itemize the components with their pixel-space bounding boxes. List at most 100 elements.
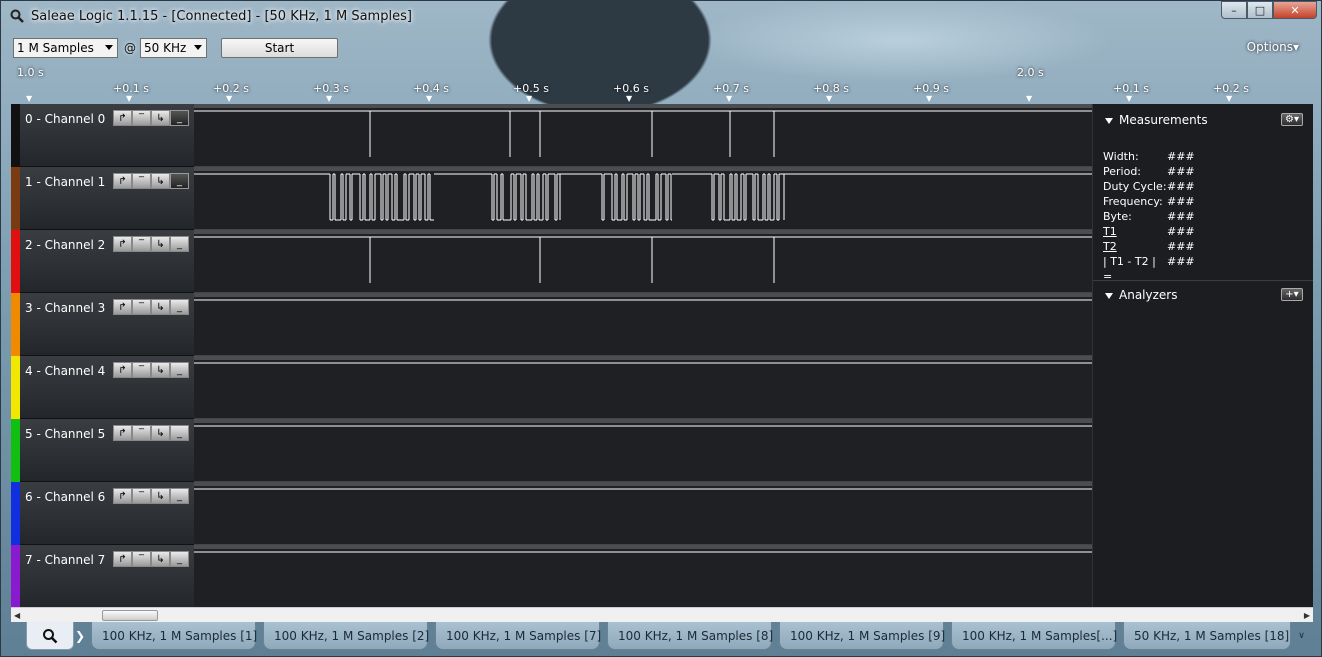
channel-waveform[interactable] <box>194 230 1092 293</box>
channel-waveform[interactable] <box>194 419 1092 482</box>
channel-header[interactable]: 1 - Channel 1 ↱ ‾ ↳ _ <box>11 167 194 230</box>
session-tab[interactable]: 100 KHz, 1 M Samples[...]∨ <box>951 622 1133 650</box>
waveform-trace <box>194 482 1092 490</box>
rising-edge-trigger-icon[interactable]: ↱ <box>113 488 132 504</box>
close-button[interactable]: ✕ <box>1273 1 1317 19</box>
rising-edge-trigger-icon[interactable]: ↱ <box>113 551 132 567</box>
session-tab-label: 50 KHz, 1 M Samples [18] <box>1134 628 1290 643</box>
falling-edge-trigger-icon[interactable]: ↳ <box>151 173 170 189</box>
falling-edge-trigger-icon[interactable]: ↳ <box>151 236 170 252</box>
low-level-trigger-icon[interactable]: _ <box>170 236 189 252</box>
channel-name: 6 - Channel 6 <box>25 490 106 504</box>
analyzers-title: Analyzers <box>1119 288 1178 302</box>
channel-color-swatch <box>11 482 20 545</box>
session-tab[interactable]: 100 KHz, 1 M Samples [8]∨ <box>607 622 789 650</box>
channel-waveform[interactable] <box>194 482 1092 545</box>
session-tab-label: 100 KHz, 1 M Samples[...] <box>962 628 1118 643</box>
channel-header[interactable]: 4 - Channel 4 ↱ ‾ ↳ _ <box>11 356 194 419</box>
session-tab[interactable]: 100 KHz, 1 M Samples [7]∨ <box>435 622 617 650</box>
scroll-right-icon[interactable]: ▶ <box>1304 611 1310 620</box>
minimize-button[interactable]: – <box>1221 1 1247 19</box>
measurements-settings-button[interactable]: ⚙▾ <box>1281 113 1303 126</box>
low-level-trigger-icon[interactable]: _ <box>170 488 189 504</box>
measurement-row: Byte: ### <box>1103 209 1195 224</box>
timeline-tick-icon: ▼ <box>326 94 333 103</box>
high-level-trigger-icon[interactable]: ‾ <box>132 236 151 252</box>
falling-edge-trigger-icon[interactable]: ↳ <box>151 488 170 504</box>
rising-edge-trigger-icon[interactable]: ↱ <box>113 110 132 126</box>
session-tab[interactable]: 100 KHz, 1 M Samples [9]∨ <box>779 622 961 650</box>
rising-edge-trigger-icon[interactable]: ↱ <box>113 173 132 189</box>
falling-edge-trigger-icon[interactable]: ↳ <box>151 551 170 567</box>
session-tab[interactable]: 100 KHz, 1 M Samples [2]∨ <box>263 622 445 650</box>
channel-color-swatch <box>11 419 20 482</box>
channel-waveform[interactable] <box>194 167 1092 230</box>
low-level-trigger-icon[interactable]: _ <box>170 299 189 315</box>
timeline-marker-icon: ▼ <box>26 94 33 103</box>
rising-edge-trigger-icon[interactable]: ↱ <box>113 299 132 315</box>
channel-header[interactable]: 5 - Channel 5 ↱ ‾ ↳ _ <box>11 419 194 482</box>
low-level-trigger-icon[interactable]: _ <box>170 425 189 441</box>
tab-scroll-chevron-icon[interactable]: ❯ <box>75 629 85 643</box>
falling-edge-trigger-icon[interactable]: ↳ <box>151 110 170 126</box>
channel-waveform[interactable] <box>194 545 1092 608</box>
waveform-trace <box>194 104 1092 157</box>
gear-icon: ⚙▾ <box>1285 114 1299 125</box>
maximize-button[interactable]: □ <box>1247 1 1273 19</box>
channel-row: 5 - Channel 5 ↱ ‾ ↳ _ <box>11 419 1092 482</box>
scrollbar-thumb[interactable] <box>102 610 158 621</box>
measurements-header[interactable]: Measurements <box>1105 113 1208 127</box>
falling-edge-trigger-icon[interactable]: ↳ <box>151 425 170 441</box>
rising-edge-trigger-icon[interactable]: ↱ <box>113 236 132 252</box>
high-level-trigger-icon[interactable]: ‾ <box>132 425 151 441</box>
timeline-start-label: 1.0 s <box>17 66 44 79</box>
channel-waveform[interactable] <box>194 356 1092 419</box>
session-tab-label: 100 KHz, 1 M Samples [8] <box>618 628 774 643</box>
high-level-trigger-icon[interactable]: ‾ <box>132 551 151 567</box>
analyzers-header[interactable]: Analyzers <box>1105 288 1177 302</box>
measurement-row: Frequency: ### <box>1103 194 1195 209</box>
sample-rate-select[interactable]: 50 KHz <box>140 38 207 58</box>
timeline-tick-icon: ▼ <box>1126 94 1133 103</box>
measurement-label: Period: <box>1103 165 1142 178</box>
falling-edge-trigger-icon[interactable]: ↳ <box>151 362 170 378</box>
session-tab[interactable]: 100 KHz, 1 M Samples [1]∨ <box>91 622 273 650</box>
channel-waveform[interactable] <box>194 293 1092 356</box>
panel-divider <box>1093 280 1313 281</box>
high-level-trigger-icon[interactable]: ‾ <box>132 299 151 315</box>
low-level-trigger-icon[interactable]: _ <box>170 173 189 189</box>
channel-header[interactable]: 2 - Channel 2 ↱ ‾ ↳ _ <box>11 230 194 293</box>
measurement-label[interactable]: T2 <box>1103 239 1167 254</box>
options-menu[interactable]: Options▾ <box>1247 40 1299 54</box>
high-level-trigger-icon[interactable]: ‾ <box>132 110 151 126</box>
scroll-left-icon[interactable]: ◀ <box>14 611 20 620</box>
falling-edge-trigger-icon[interactable]: ↳ <box>151 299 170 315</box>
low-level-trigger-icon[interactable]: _ <box>170 362 189 378</box>
horizontal-scrollbar[interactable]: ◀ ▶ <box>11 607 1313 622</box>
timeline-tick-icon: ▼ <box>426 94 433 103</box>
measurement-label[interactable]: T1 <box>1103 224 1167 239</box>
add-analyzer-button[interactable]: +▾ <box>1281 288 1303 301</box>
channel-name: 1 - Channel 1 <box>25 175 106 189</box>
timeline-ruler[interactable]: 1.0 s ▼ 2.0 s ▼ +0.1 s ▼ +0.2 s ▼ +0.3 s ▼ +0.… <box>11 63 1313 103</box>
channel-header[interactable]: 0 - Channel 0 ↱ ‾ ↳ _ <box>11 104 194 167</box>
session-tab[interactable]: 50 KHz, 1 M Samples [18] ∨ <box>1123 622 1305 650</box>
start-button[interactable]: Start <box>221 38 338 58</box>
rising-edge-trigger-icon[interactable]: ↱ <box>113 362 132 378</box>
samples-select[interactable]: 1 M Samples <box>13 38 118 58</box>
session-tab-label: 100 KHz, 1 M Samples [1] <box>102 628 258 643</box>
chevron-down-icon[interactable]: ∨ <box>1298 631 1305 641</box>
channel-header[interactable]: 7 - Channel 7 ↱ ‾ ↳ _ <box>11 545 194 608</box>
low-level-trigger-icon[interactable]: _ <box>170 110 189 126</box>
high-level-trigger-icon[interactable]: ‾ <box>132 173 151 189</box>
toolbar: 1 M Samples @ 50 KHz Start <box>13 38 338 58</box>
high-level-trigger-icon[interactable]: ‾ <box>132 362 151 378</box>
channel-header[interactable]: 3 - Channel 3 ↱ ‾ ↳ _ <box>11 293 194 356</box>
rising-edge-trigger-icon[interactable]: ↱ <box>113 425 132 441</box>
trigger-buttons: ↱ ‾ ↳ _ <box>113 236 189 252</box>
high-level-trigger-icon[interactable]: ‾ <box>132 488 151 504</box>
channel-waveform[interactable] <box>194 104 1092 167</box>
channel-header[interactable]: 6 - Channel 6 ↱ ‾ ↳ _ <box>11 482 194 545</box>
search-tab[interactable] <box>26 622 74 650</box>
low-level-trigger-icon[interactable]: _ <box>170 551 189 567</box>
